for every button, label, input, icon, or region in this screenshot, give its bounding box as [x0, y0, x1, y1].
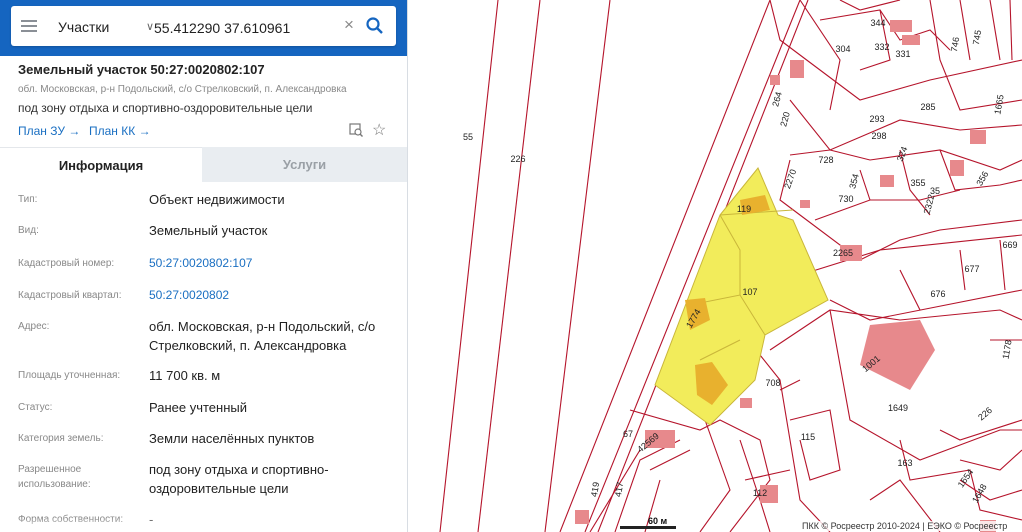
search-box: Участки ∨ × — [11, 6, 396, 46]
field-value: обл. Московская, р-н Подольский, с/о Стр… — [149, 319, 376, 353]
parcel-number-label: 331 — [895, 49, 910, 59]
parcel-number-label: 344 — [870, 18, 885, 28]
parcel-number-label: 67 — [623, 429, 633, 439]
panel-fade — [0, 518, 407, 532]
search-input[interactable] — [152, 16, 346, 40]
parcel-number-label: 298 — [871, 131, 886, 141]
field-value: Ранее учтенный — [149, 400, 247, 415]
parcel-number-label: 2265 — [833, 248, 853, 258]
parcel-number-label: 119 — [737, 204, 751, 214]
parcel-number-label: 293 — [869, 114, 884, 124]
cadastral-quarter-link[interactable]: 50:27:0020802 — [149, 286, 399, 305]
parcel-number-label: 669 — [1002, 240, 1017, 250]
layer-select-label: Участки — [58, 19, 110, 35]
parcel-number-label: 677 — [964, 264, 979, 274]
search-icon[interactable] — [365, 16, 385, 36]
parcel-number-label: 163 — [897, 458, 912, 468]
field-label: Адрес: — [18, 321, 50, 332]
parcel-number-label: 708 — [765, 378, 780, 388]
parcel-number-label: 115 — [801, 432, 815, 442]
parcel-number-label: 304 — [835, 44, 850, 54]
field-label: Кадастровый номер: — [18, 258, 115, 269]
field-label: Тип: — [18, 194, 38, 205]
parcel-number-label: 112 — [753, 488, 767, 498]
cadastral-number-link[interactable]: 50:27:0020802:107 — [149, 254, 399, 273]
menu-icon[interactable] — [21, 20, 37, 32]
field-value: Земельный участок — [149, 223, 268, 238]
parcel-number-label: 728 — [818, 155, 833, 165]
parcel-number-label: 226 — [510, 154, 525, 164]
parcel-number-label: 285 — [920, 102, 935, 112]
plan-zu-link[interactable]: План ЗУ → — [18, 124, 80, 138]
permitted-use-summary: под зону отдыха и спортивно-оздоровитель… — [18, 101, 313, 115]
layer-select[interactable]: Участки ∨ — [58, 17, 154, 37]
map-copyright: ПКК © Росреестр 2010-2024 | ЕЭКО © Росре… — [802, 521, 1008, 531]
field-value: Земли населённых пунктов — [149, 431, 315, 446]
clear-icon[interactable]: × — [344, 15, 354, 35]
tab-services[interactable]: Услуги — [202, 147, 407, 182]
field-label: Разрешенное использование: — [18, 464, 91, 490]
field-label: Категория земель: — [18, 433, 104, 444]
field-value: 11 700 кв. м — [149, 368, 221, 383]
star-icon[interactable]: ☆ — [372, 120, 386, 140]
parcel-number-label: 55 — [463, 132, 473, 142]
scale-bar — [620, 526, 676, 529]
info-panel: Участки ∨ × Земельный участок 50:27:0020… — [0, 0, 408, 532]
tab-info[interactable]: Информация — [0, 147, 202, 183]
plan-kk-link[interactable]: План КК → — [89, 124, 151, 138]
parcel-number-label: 1649 — [888, 403, 908, 413]
field-label: Кадастровый квартал: — [18, 290, 122, 301]
parcel-number-label: 355 — [910, 178, 925, 188]
tabs: Информация Услуги — [0, 147, 407, 183]
field-label: Вид: — [18, 225, 39, 236]
parcel-number-label: 107 — [742, 287, 757, 297]
scale-label: 60 м — [648, 516, 668, 526]
field-value: под зону отдыха и спортивно-оздоровитель… — [149, 462, 329, 496]
map-search-icon[interactable] — [349, 123, 363, 137]
address-summary: обл. Московская, р-н Подольский, с/о Стр… — [18, 84, 347, 95]
collapse-panel-icon[interactable]: ‹ — [404, 16, 420, 36]
search-bar: Участки ∨ × — [0, 0, 407, 56]
field-label: Площадь уточненная: — [18, 370, 121, 381]
field-value: Объект недвижимости — [149, 192, 285, 207]
parcel-number-label: 730 — [838, 194, 853, 204]
parcel-number-label: 332 — [874, 42, 889, 52]
parcel-number-label: 676 — [930, 289, 945, 299]
field-label: Статус: — [18, 402, 53, 413]
page-title: Земельный участок 50:27:0020802:107 — [18, 62, 265, 77]
